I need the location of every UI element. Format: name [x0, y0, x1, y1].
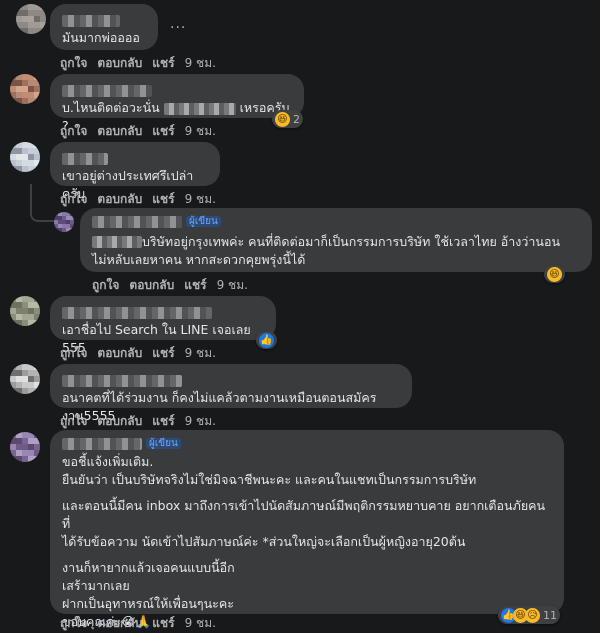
comment-text: มันมากพ่ออออ [62, 30, 140, 45]
comment-text-line: งานก็หายากแล้วเจอคนแบบนี้อีก [62, 559, 235, 575]
comment-bubble: ผู้เขียน บริษัทอยู่กรุงเทพค่ะ คนที่ติดต่… [80, 208, 592, 272]
avatar[interactable] [10, 364, 40, 394]
haha-reaction-icon: 😆 [275, 111, 290, 127]
like-link[interactable]: ถูกใจ [60, 56, 87, 70]
avatar[interactable] [10, 74, 40, 104]
like-link[interactable]: ถูกใจ [60, 346, 87, 360]
thread-connector [30, 184, 54, 222]
commenter-name[interactable] [62, 14, 120, 27]
avatar[interactable] [10, 142, 40, 172]
reply-link[interactable]: ตอบกลับ [97, 346, 142, 360]
comment-actions: ถูกใจ ตอบกลับ แชร์ 9 ชม. [60, 412, 226, 431]
comment-text: บริษัทอยู่กรุงเทพค่ะ คนที่ติดต่อมาก็เป็น… [92, 233, 580, 251]
comment-actions: ถูกใจ ตอบกลับ แชร์ 9 ชม. [60, 54, 226, 73]
share-link[interactable]: แชร์ [152, 616, 174, 630]
redacted-name [163, 102, 236, 115]
share-link[interactable]: แชร์ [152, 414, 174, 428]
author-avatar[interactable] [10, 432, 40, 462]
comment-text-line: และตอนนี้มีคน inbox มาถึงการเข้าไปนัดสัม… [62, 497, 546, 531]
reaction-summary[interactable]: 👍 [256, 331, 277, 349]
timestamp[interactable]: 9 ชม. [185, 124, 216, 138]
comment-text-line: ยืนยันว่า เป็นบริษัทจริงไม่ใช่มิจฉาชีพนะ… [62, 471, 477, 487]
comment-bubble: บ.ไหนติดต่อวะนั่น เหรอครับ ? [50, 74, 304, 133]
reaction-summary[interactable]: 👍 😆 😥 11 [498, 606, 560, 624]
share-link[interactable]: แชร์ [152, 124, 174, 138]
comment-actions: ถูกใจ ตอบกลับ แชร์ 9 ชม. [92, 276, 258, 295]
reaction-summary[interactable]: 😆 [544, 265, 565, 283]
reaction-summary[interactable]: 😆 2 [272, 110, 303, 128]
avatar[interactable] [10, 296, 40, 326]
comment-actions: ถูกใจ ตอบกลับ แชร์ 9 ชม. [60, 614, 226, 633]
more-options-icon[interactable]: ... [170, 16, 186, 32]
like-link[interactable]: ถูกใจ [60, 414, 87, 428]
timestamp[interactable]: 9 ชม. [185, 346, 216, 360]
like-link[interactable]: ถูกใจ [60, 192, 87, 206]
share-link[interactable]: แชร์ [152, 56, 174, 70]
commenter-name[interactable] [62, 437, 142, 450]
comment-text-line: ไม่หลับเลยหาคน หากสะดวกคุยพรุ่งนี้ได้ [92, 251, 306, 267]
like-link[interactable]: ถูกใจ [92, 278, 119, 292]
reply-link[interactable]: ตอบกลับ [97, 616, 142, 630]
author-avatar[interactable] [54, 212, 74, 232]
comment-actions: ถูกใจ ตอบกลับ แชร์ 9 ชม. [60, 344, 226, 363]
commenter-name[interactable] [62, 306, 212, 319]
timestamp[interactable]: 9 ชม. [217, 278, 248, 292]
timestamp[interactable]: 9 ชม. [185, 616, 216, 630]
avatar[interactable] [16, 4, 46, 34]
share-link[interactable]: แชร์ [152, 346, 174, 360]
author-badge: ผู้เขียน [146, 437, 181, 449]
like-link[interactable]: ถูกใจ [60, 124, 87, 138]
author-badge: ผู้เขียน [186, 215, 221, 227]
comment-actions: ถูกใจ ตอบกลับ แชร์ 9 ชม. [60, 190, 226, 209]
commenter-name[interactable] [62, 374, 182, 387]
sad-reaction-icon: 😥 [525, 607, 540, 623]
share-link[interactable]: แชร์ [184, 278, 206, 292]
comment-bubble: เขาอยู่ต่างประเทศรึเปล่าครับ [50, 142, 220, 201]
comment-bubble: เอาชื่อไป Search ใน LINE เจอเลย 555 [50, 296, 276, 355]
like-link[interactable]: ถูกใจ [60, 616, 87, 630]
comment-text-line: เสร้ามากเลย [62, 577, 130, 593]
reply-link[interactable]: ตอบกลับ [97, 414, 142, 428]
reply-link[interactable]: ตอบกลับ [97, 192, 142, 206]
haha-reaction-icon: 😆 [547, 266, 562, 282]
comment-text-line: ขอชี้แจ้งเพิ่มเติม. [62, 453, 154, 469]
reply-link[interactable]: ตอบกลับ [129, 278, 174, 292]
reply-link[interactable]: ตอบกลับ [97, 124, 142, 138]
comment-bubble: อนาคตที่ได้ร่วมงาน ก็คงไม่แคล้วตามงานเหม… [50, 364, 412, 423]
commenter-name[interactable] [62, 84, 152, 97]
redacted-name [92, 236, 142, 248]
timestamp[interactable]: 9 ชม. [185, 192, 216, 206]
comment-actions: ถูกใจ ตอบกลับ แชร์ 9 ชม. [60, 122, 226, 141]
comment-text-line: ได้รับข้อความ นัดเข้าไปสัมภาษณ์ค่ะ *ส่วน… [62, 533, 466, 549]
commenter-name[interactable] [62, 152, 108, 165]
share-link[interactable]: แชร์ [152, 192, 174, 206]
reaction-count: 2 [293, 112, 300, 126]
timestamp[interactable]: 9 ชม. [185, 414, 216, 428]
reaction-count: 11 [543, 608, 557, 622]
comment-bubble: ผู้เขียน ขอชี้แจ้งเพิ่มเติม. ยืนยันว่า เ… [50, 430, 564, 629]
like-reaction-icon: 👍 [259, 332, 274, 348]
commenter-name[interactable] [92, 215, 182, 228]
reply-link[interactable]: ตอบกลับ [97, 56, 142, 70]
comment-bubble: มันมากพ่ออออ [50, 4, 158, 50]
timestamp[interactable]: 9 ชม. [185, 56, 216, 70]
comment-text-line: ฝากเป็นอุทาหรณ์ให้เพื่อนๆนะคะ [62, 595, 234, 611]
